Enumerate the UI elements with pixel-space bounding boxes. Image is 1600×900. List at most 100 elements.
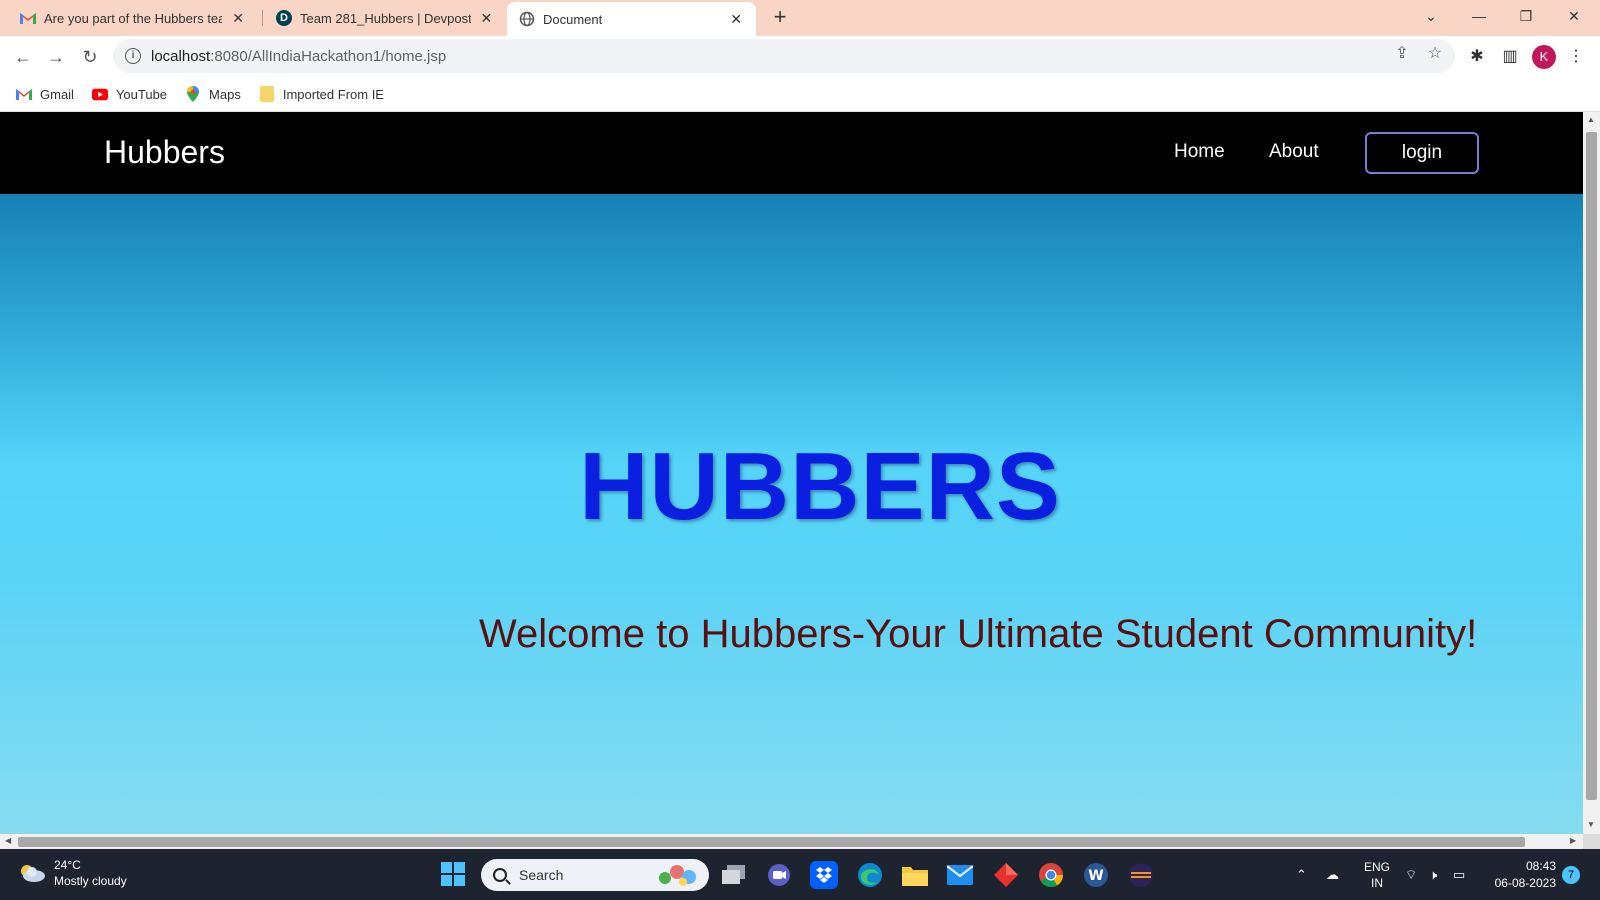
bookmark-maps[interactable]: Maps [185, 86, 241, 102]
tab-title: Are you part of the Hubbers team [44, 10, 223, 26]
browser-toolbar: ← → ↻ i localhost:8080/AllIndiaHackathon… [0, 36, 1600, 77]
tab-gmail[interactable]: Are you part of the Hubbers team ✕ [8, 0, 258, 36]
tab-devpost[interactable]: D Team 281_Hubbers | Devpost ✕ [264, 0, 506, 36]
hero-title: HUBBERS [579, 433, 1061, 540]
gmail-icon [16, 86, 32, 102]
clock-date: 06-08-2023 [1494, 876, 1556, 890]
page-viewport: Hubbers Home About login HUBBERS Welcome… [0, 112, 1583, 834]
windows-taskbar: 24°C Mostly cloudy Search W ⌃ ☁ ENG IN ⌔… [0, 849, 1600, 900]
lang-region: IN [1371, 875, 1383, 890]
avatar[interactable]: K [1532, 45, 1556, 69]
nav-home-link[interactable]: Home [1174, 141, 1225, 163]
tab-document[interactable]: Document ✕ [507, 2, 756, 36]
side-panel-icon[interactable]: ▥ [1499, 46, 1521, 68]
scroll-left-icon[interactable]: ◀ [5, 836, 11, 845]
search-highlight-icon [655, 862, 701, 889]
back-button[interactable]: ← [10, 44, 36, 70]
scroll-right-icon[interactable]: ▶ [1570, 836, 1576, 845]
edge-browser-icon[interactable] [856, 861, 884, 889]
dropbox-icon[interactable] [810, 861, 838, 889]
scrollbar-thumb[interactable] [18, 837, 1525, 847]
mail-icon[interactable] [946, 861, 974, 889]
windows-logo-icon [441, 862, 452, 873]
reload-button[interactable]: ↻ [77, 44, 103, 70]
tab-search-icon[interactable]: ⌄ [1408, 0, 1454, 32]
lang-code: ENG [1364, 859, 1391, 874]
maps-icon [185, 86, 201, 102]
clock-time: 08:43 [1525, 859, 1556, 873]
url-path: :8080/AllIndiaHackathon1/home.jsp [210, 47, 447, 65]
vertical-scrollbar[interactable]: ▲ ▼ [1583, 112, 1600, 834]
bookmark-youtube[interactable]: YouTube [91, 86, 168, 102]
nav-about-link[interactable]: About [1269, 141, 1319, 163]
bookmark-folder-imported[interactable]: Imported From IE [259, 86, 384, 102]
site-navbar: Hubbers Home About login [0, 112, 1583, 194]
devpost-icon: D [276, 10, 292, 26]
office-app-icon[interactable] [992, 861, 1020, 889]
globe-icon [519, 11, 535, 27]
horizontal-scrollbar[interactable]: ◀ ▶ [0, 834, 1583, 849]
show-hidden-icons-button[interactable]: ⌃ [1296, 849, 1307, 900]
browser-tab-strip: Are you part of the Hubbers team ✕ D Tea… [0, 0, 1600, 36]
weather-temp: 24°C [54, 858, 81, 872]
site-brand[interactable]: Hubbers [104, 134, 225, 171]
close-icon[interactable]: ✕ [728, 11, 744, 28]
cloud-icon [18, 863, 46, 883]
scroll-down-icon[interactable]: ▼ [1587, 820, 1595, 829]
windows-logo-icon [454, 875, 465, 886]
gmail-icon [20, 10, 36, 26]
weather-desc: Mostly cloudy [54, 874, 127, 888]
share-icon[interactable]: ⇪ [1392, 44, 1412, 64]
new-tab-button[interactable]: + [768, 6, 792, 30]
onedrive-icon[interactable]: ☁ [1326, 849, 1339, 900]
search-icon [493, 868, 507, 882]
wifi-icon[interactable]: ⌔ [1405, 849, 1417, 900]
tab-separator [262, 10, 263, 26]
volume-muted-icon[interactable]: 🕨 [1429, 849, 1437, 900]
tab-title: Team 281_Hubbers | Devpost [300, 10, 471, 26]
eclipse-ide-icon[interactable] [1127, 861, 1155, 889]
search-placeholder: Search [519, 867, 564, 883]
bookmark-label: Maps [209, 86, 241, 102]
login-button[interactable]: login [1365, 132, 1479, 174]
bookmark-label: Imported From IE [282, 86, 384, 102]
extensions-icon[interactable]: ✱ [1466, 46, 1488, 68]
minimize-button[interactable]: — [1456, 0, 1502, 32]
hero-section: HUBBERS Welcome to Hubbers-Your Ultimate… [0, 194, 1583, 834]
scrollbar-thumb[interactable] [1586, 132, 1597, 800]
task-view-icon[interactable] [720, 861, 748, 889]
address-bar[interactable]: i localhost:8080/AllIndiaHackathon1/home… [113, 39, 1455, 73]
youtube-icon [91, 86, 108, 102]
file-explorer-icon[interactable] [901, 861, 929, 889]
windows-logo-icon [454, 862, 465, 873]
url-host: localhost [151, 47, 211, 65]
bookmark-label: Gmail [40, 86, 74, 102]
teams-chat-icon[interactable] [765, 861, 793, 889]
system-clock[interactable]: 08:43 06-08-2023 [1478, 858, 1556, 892]
chrome-icon[interactable] [1037, 861, 1065, 889]
close-icon[interactable]: ✕ [479, 10, 494, 27]
bookmark-star-icon[interactable]: ☆ [1425, 44, 1445, 64]
tab-title: Document [543, 11, 603, 27]
battery-icon[interactable]: ▭ [1453, 849, 1465, 900]
scroll-up-icon[interactable]: ▲ [1587, 115, 1595, 124]
windows-logo-icon [441, 875, 452, 886]
webex-icon[interactable]: W [1082, 861, 1110, 889]
forward-button[interactable]: → [43, 44, 69, 70]
language-indicator[interactable]: ENG IN [1364, 849, 1390, 900]
bookmarks-bar: Gmail YouTube Maps Imported From IE [0, 77, 1600, 112]
close-window-button[interactable]: ✕ [1551, 0, 1597, 32]
folder-icon [259, 86, 275, 102]
scrollbar-corner [1583, 834, 1600, 849]
bookmark-gmail[interactable]: Gmail [16, 86, 74, 102]
windows-start-button[interactable] [441, 862, 465, 886]
restore-button[interactable]: ❐ [1503, 0, 1549, 32]
hero-subtitle: Welcome to Hubbers-Your Ultimate Student… [479, 612, 1478, 656]
menu-icon[interactable]: ⋮ [1565, 46, 1587, 68]
notification-badge[interactable]: 7 [1562, 866, 1580, 884]
bookmark-label: YouTube [115, 86, 168, 102]
close-icon[interactable]: ✕ [230, 10, 246, 27]
weather-widget[interactable]: 24°C Mostly cloudy [18, 857, 127, 889]
info-icon[interactable]: i [125, 48, 141, 64]
taskbar-search[interactable]: Search [481, 859, 709, 891]
